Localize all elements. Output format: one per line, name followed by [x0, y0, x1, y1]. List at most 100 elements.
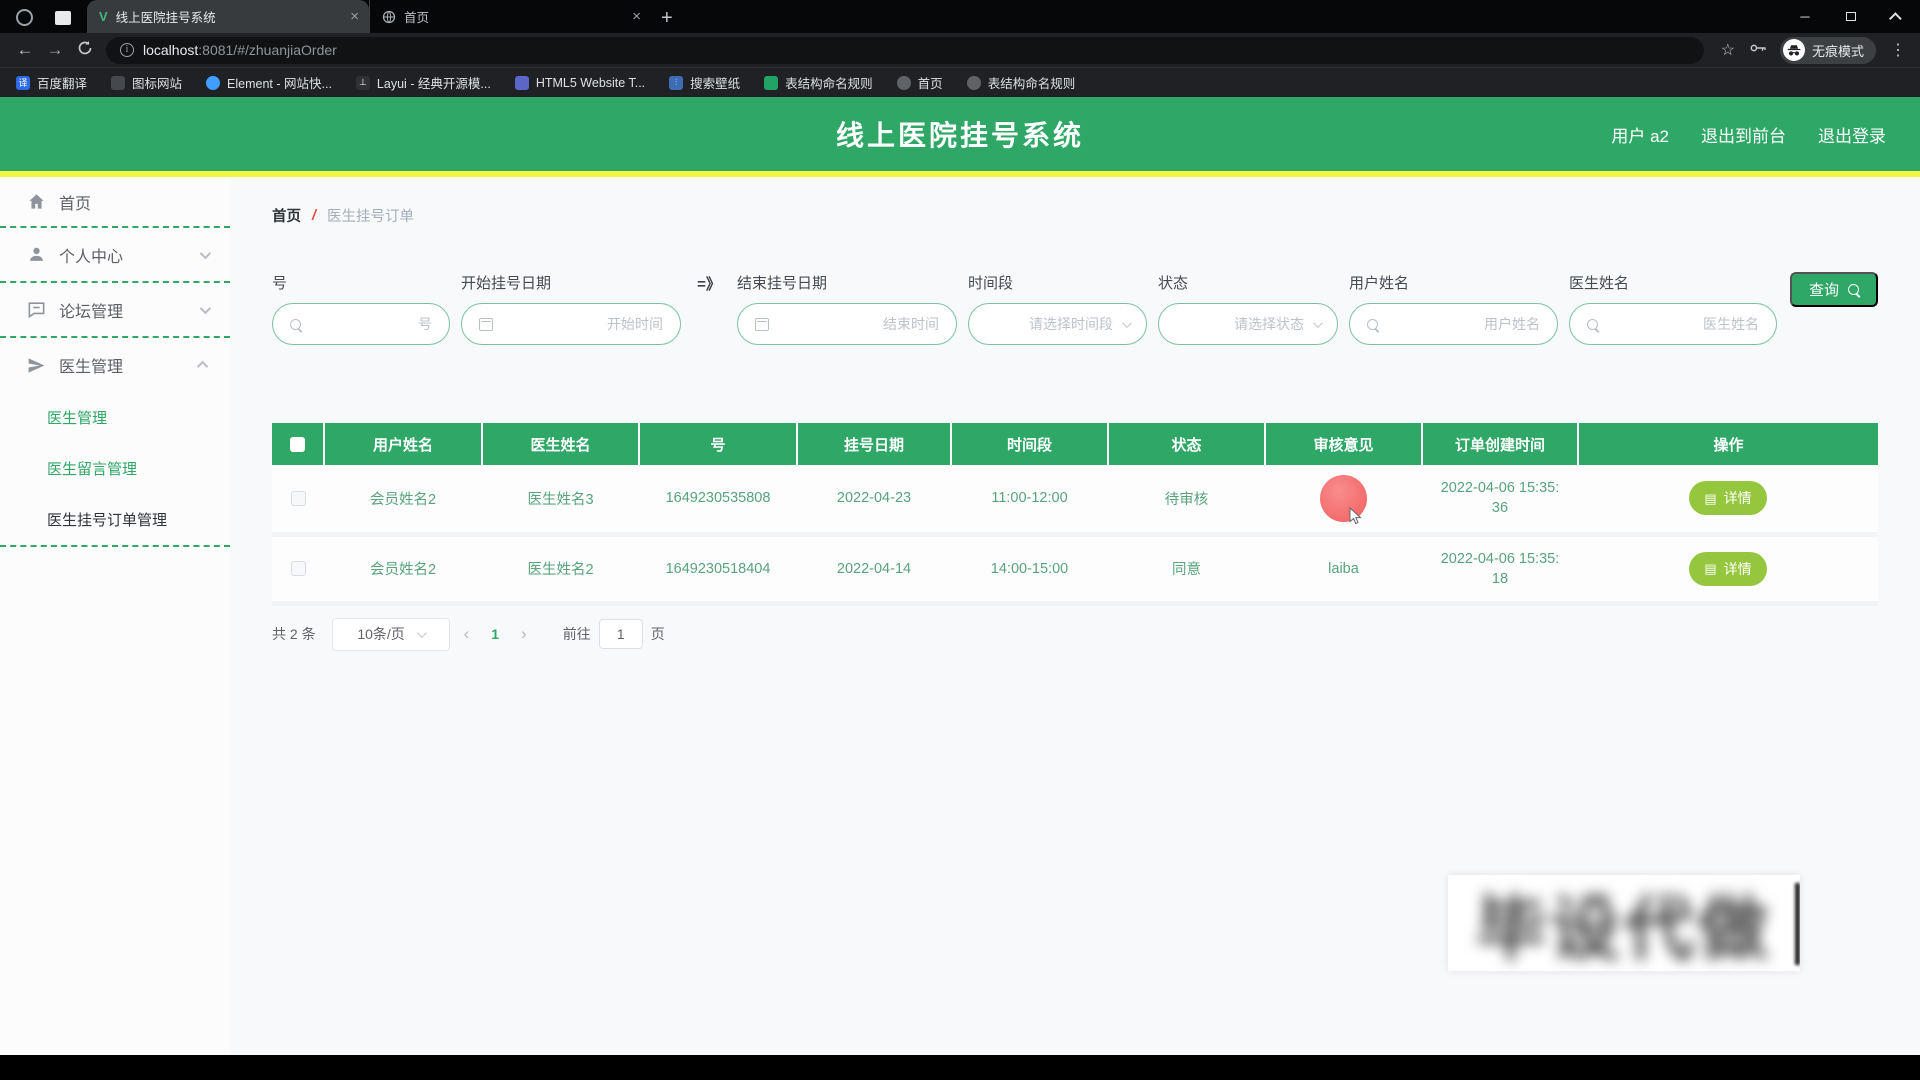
sidebar-subitem-label: 医生留言管理 [47, 458, 137, 479]
reload-icon [77, 40, 93, 56]
sidebar-subitem-label: 医生挂号订单管理 [47, 509, 167, 530]
bookmark-item[interactable]: 表结构命名规则 [967, 73, 1076, 92]
sidebar-subitem-doctor-order[interactable]: 医生挂号订单管理 [0, 494, 230, 545]
status-select[interactable]: 请选择状态 [1158, 303, 1338, 345]
new-tab-button[interactable]: + [661, 8, 673, 28]
back-button[interactable]: ← [10, 40, 40, 60]
prev-page-button[interactable]: ‹ [450, 624, 484, 644]
layui-icon: ⊥ [356, 76, 370, 90]
sidebar-item-doctor-management[interactable]: 医生管理 [0, 338, 230, 392]
browser-menu-icon[interactable]: ⋮ [1890, 40, 1906, 60]
filter-label: 结束挂号日期 [737, 272, 957, 290]
breadcrumb-separator: / [312, 208, 316, 224]
chevron-down-icon [200, 247, 211, 258]
bookmark-star-icon[interactable]: ☆ [1721, 40, 1735, 60]
column-header: 用户姓名 [324, 423, 482, 465]
key-icon [1749, 40, 1767, 56]
bookmark-item[interactable]: 首页 [897, 73, 943, 92]
column-header: 挂号日期 [797, 423, 951, 465]
date-range-separator: =》 [692, 273, 726, 294]
start-date-input[interactable] [502, 316, 663, 332]
exit-to-front-link[interactable]: 退出到前台 [1701, 122, 1786, 147]
restore-button[interactable] [1828, 0, 1874, 33]
logout-link[interactable]: 退出登录 [1818, 122, 1886, 147]
detail-button[interactable]: ▤详情 [1689, 481, 1766, 515]
bookmark-item[interactable]: 图标网站 [111, 73, 182, 92]
bookmark-item[interactable]: 表结构命名规则 [764, 73, 873, 92]
sidebar-item-home[interactable]: 首页 [0, 177, 230, 228]
cursor-icon [1348, 507, 1365, 526]
tab-close-icon[interactable]: × [632, 9, 641, 24]
minimize-button[interactable]: ─ [1782, 0, 1828, 33]
table-row: 会员姓名2 医生姓名2 1649230518404 2022-04-14 14:… [272, 534, 1878, 603]
detail-button[interactable]: ▤详情 [1689, 552, 1766, 586]
globe-icon [967, 76, 981, 90]
user-name-input[interactable] [1387, 316, 1540, 332]
sidebar-subitem-label: 医生管理 [47, 407, 107, 428]
current-page[interactable]: 1 [483, 626, 507, 642]
filter-status: 状态 请选择状态 [1158, 272, 1338, 345]
bookmark-item[interactable]: 译百度翻译 [16, 73, 87, 92]
sidebar-item-label: 医生管理 [59, 353, 123, 377]
sidebar-group-doctor: 医生管理 医生管理 医生留言管理 医生挂号订单管理 [0, 338, 230, 547]
number-input[interactable] [310, 316, 432, 332]
time-slot-select[interactable]: 请选择时间段 [968, 303, 1147, 345]
tab-hospital-system[interactable]: V 线上医院挂号系统 × [87, 0, 369, 33]
page-size-select[interactable]: 10条/页 [332, 618, 450, 651]
header-actions: 用户 a2 退出到前台 退出登录 [1611, 122, 1920, 147]
filter-label: 用户姓名 [1349, 272, 1558, 290]
bookmark-item[interactable]: HTML5 Website T... [515, 76, 645, 90]
search-button[interactable]: 查询 [1790, 272, 1878, 307]
sidebar-item-label: 论坛管理 [59, 298, 123, 322]
sidebar-item-personal-center[interactable]: 个人中心 [0, 228, 230, 283]
globe-favicon-icon [382, 10, 396, 24]
home-icon [27, 192, 46, 211]
doctor-name-input[interactable] [1607, 316, 1759, 332]
cell-doctor-name: 医生姓名2 [482, 534, 639, 603]
bookmark-item[interactable]: Element - 网站快... [206, 73, 332, 92]
cell-review-opinion [1265, 465, 1422, 534]
sidebar-subitem-doctor-message[interactable]: 医生留言管理 [0, 443, 230, 494]
column-header: 订单创建时间 [1422, 423, 1578, 465]
filter-number: 号 [272, 272, 450, 345]
globe-icon [897, 76, 911, 90]
app-header: 线上医院挂号系统 用户 a2 退出到前台 退出登录 [0, 97, 1920, 171]
goto-label: 前往 [563, 624, 591, 644]
next-page-button[interactable]: › [507, 624, 541, 644]
end-date-input[interactable] [778, 316, 939, 332]
close-window-button[interactable] [1874, 0, 1920, 33]
row-checkbox[interactable] [291, 561, 306, 576]
sidebar: 首页 个人中心 论坛管理 医生管理 医生管理 医生留言管理 医生 [0, 177, 230, 1055]
info-icon[interactable]: i [120, 43, 134, 57]
page: V 线上医院挂号系统 × 首页 × + ─ ← → i localhost:80… [0, 0, 1920, 1080]
select-all-checkbox[interactable] [290, 437, 305, 452]
incognito-icon [1783, 39, 1805, 61]
browser-tab-bar: V 线上医院挂号系统 × 首页 × + ─ [0, 0, 1920, 33]
tab-title: 首页 [404, 7, 624, 26]
filter-bar: 号 开始挂号日期 =》 结束挂号日期 [272, 272, 1878, 345]
filter-user-name: 用户姓名 [1349, 272, 1558, 345]
search-icon [290, 319, 301, 330]
filter-label: 开始挂号日期 [461, 272, 681, 290]
bookmark-item[interactable]: ⫶搜索壁纸 [669, 73, 740, 92]
tab-home[interactable]: 首页 × [369, 0, 651, 33]
row-checkbox[interactable] [291, 491, 306, 506]
sidebar-subitem-doctor[interactable]: 医生管理 [0, 392, 230, 443]
breadcrumb-home[interactable]: 首页 [272, 205, 301, 226]
current-user[interactable]: 用户 a2 [1611, 122, 1669, 147]
goto-page-input[interactable] [599, 619, 643, 649]
sidebar-item-forum-management[interactable]: 论坛管理 [0, 283, 230, 338]
forward-button[interactable]: → [40, 40, 70, 60]
page-size-value: 10条/页 [357, 624, 404, 644]
cell-created-at: 2022-04-06 15:35:18 [1422, 534, 1578, 603]
chevron-down-icon [417, 628, 427, 638]
reload-button[interactable] [70, 40, 100, 61]
address-bar[interactable]: i localhost:8081/#/zhuanjiaOrder [106, 37, 1704, 64]
bookmark-label: 图标网站 [132, 73, 182, 92]
password-key-icon[interactable] [1749, 40, 1767, 61]
table-row: 会员姓名2 医生姓名3 1649230535808 2022-04-23 11:… [272, 465, 1878, 534]
document-icon: ▤ [1704, 492, 1716, 505]
tab-close-icon[interactable]: × [350, 9, 359, 24]
bookmark-item[interactable]: ⊥Layui - 经典开源模... [356, 73, 491, 92]
cell-user-name: 会员姓名2 [324, 534, 482, 603]
